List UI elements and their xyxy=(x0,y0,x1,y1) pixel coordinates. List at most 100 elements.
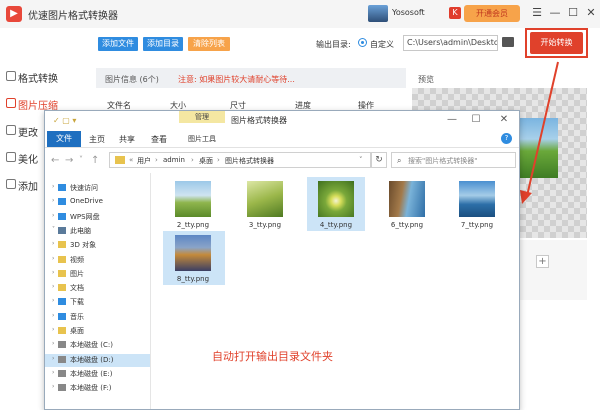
expand-chevron-icon[interactable]: › xyxy=(52,326,54,333)
breadcrumb-users[interactable]: 用户 xyxy=(137,156,151,166)
quick-access-toolbar[interactable]: ✓ ▢ ▾ xyxy=(53,116,76,125)
add-folder-button[interactable]: 添加目录 xyxy=(143,37,183,51)
expand-chevron-icon[interactable]: › xyxy=(52,383,54,390)
custom-radio[interactable] xyxy=(358,38,367,47)
nav-item-desktop[interactable]: 桌面 xyxy=(70,326,84,336)
file-name[interactable]: 4_tty.png xyxy=(311,221,361,229)
maximize-button[interactable]: ☐ xyxy=(566,5,580,21)
star-icon xyxy=(58,184,66,191)
file-name[interactable]: 2_tty.png xyxy=(168,221,218,229)
tab-view[interactable]: 查看 xyxy=(151,134,167,145)
expand-chevron-icon[interactable]: › xyxy=(52,269,54,276)
resize-icon xyxy=(6,125,16,135)
file-thumbnail[interactable] xyxy=(389,181,425,217)
tab-home[interactable]: 主页 xyxy=(89,134,105,145)
plus-button[interactable]: + xyxy=(536,255,549,268)
add-watermark-icon xyxy=(6,179,16,189)
overlay-message: 自动打开输出目录文件夹 xyxy=(212,350,333,363)
help-icon[interactable]: ? xyxy=(501,133,512,144)
sidebar-item-resize[interactable]: 更改 xyxy=(18,124,38,139)
file-name[interactable]: 7_tty.png xyxy=(452,221,502,229)
recent-dropdown-icon[interactable]: ˅ xyxy=(79,155,83,164)
output-path-input[interactable]: C:\Users\admin\Deskto xyxy=(403,35,498,51)
add-file-button[interactable]: 添加文件 xyxy=(98,37,138,51)
folder-icon[interactable] xyxy=(502,37,514,47)
clear-list-button[interactable]: 清除列表 xyxy=(188,37,230,51)
user-avatar[interactable] xyxy=(368,5,388,22)
nav-item-onedrive[interactable]: OneDrive xyxy=(70,197,103,205)
file-thumbnail[interactable] xyxy=(175,235,211,271)
start-convert-button[interactable]: 开始转换 xyxy=(530,32,583,54)
sidebar-item-format-convert[interactable]: 格式转换 xyxy=(18,70,58,85)
up-arrow-icon[interactable]: ↑ xyxy=(91,155,99,166)
tab-manage[interactable]: 管理 xyxy=(179,111,225,123)
expand-chevron-icon[interactable]: › xyxy=(52,183,54,190)
image-compress-icon xyxy=(6,98,16,108)
expand-chevron-icon[interactable]: › xyxy=(52,212,54,219)
app-window: ▶ 优速图片格式转换器 Yososoft K 开通会员 ☰ — ☐ ✕ 添加文件… xyxy=(0,0,600,410)
breadcrumb-desktop[interactable]: 桌面 xyxy=(199,156,213,166)
sidebar-item-watermark[interactable]: 添加 xyxy=(18,178,38,193)
expand-chevron-icon[interactable]: › xyxy=(52,283,54,290)
file-name[interactable]: 3_tty.png xyxy=(240,221,290,229)
tab-share[interactable]: 共享 xyxy=(119,134,135,145)
expand-chevron-icon[interactable]: › xyxy=(52,197,54,204)
output-dir-label: 输出目录: xyxy=(316,40,351,49)
file-thumbnail[interactable] xyxy=(247,181,283,217)
expand-chevron-icon[interactable]: ˅ xyxy=(52,226,55,233)
nav-item-this-pc[interactable]: 此电脑 xyxy=(70,226,91,236)
minimize-button[interactable]: — xyxy=(548,5,562,21)
address-dropdown-icon[interactable]: ˅ xyxy=(359,156,363,164)
file-thumbnail[interactable] xyxy=(459,181,495,217)
explorer-maximize-button[interactable]: ☐ xyxy=(469,113,483,127)
nav-item-drive-e[interactable]: 本地磁盘 (E:) xyxy=(70,369,112,379)
nav-item-videos[interactable]: 视频 xyxy=(70,255,84,265)
nav-item-3d-objects[interactable]: 3D 对象 xyxy=(70,240,96,250)
file-thumbnail[interactable] xyxy=(175,181,211,217)
search-placeholder: 搜索"图片格式转换器" xyxy=(408,157,478,165)
expand-chevron-icon[interactable]: › xyxy=(52,297,54,304)
tab-file[interactable]: 文件 xyxy=(47,131,81,147)
nav-item-music[interactable]: 音乐 xyxy=(70,312,84,322)
close-button[interactable]: ✕ xyxy=(584,5,598,21)
explorer-close-button[interactable]: ✕ xyxy=(497,113,511,127)
drive-icon xyxy=(58,384,66,392)
file-name[interactable]: 6_tty.png xyxy=(382,221,432,229)
expand-chevron-icon[interactable]: › xyxy=(52,240,54,247)
preview-label: 预览 xyxy=(418,75,434,84)
nav-item-drive-f[interactable]: 本地磁盘 (F:) xyxy=(70,383,112,393)
expand-chevron-icon[interactable]: › xyxy=(52,255,54,262)
user-name[interactable]: Yososoft xyxy=(392,8,425,17)
file-thumbnail[interactable] xyxy=(318,181,354,217)
breadcrumb-separator: › xyxy=(155,156,158,164)
menu-icon[interactable]: ☰ xyxy=(530,5,544,21)
nav-item-quick-access[interactable]: 快速访问 xyxy=(70,183,98,193)
breadcrumb-separator: › xyxy=(217,156,220,164)
nav-item-pictures[interactable]: 图片 xyxy=(70,269,84,279)
forward-arrow-icon[interactable]: → xyxy=(65,155,73,166)
folder-icon xyxy=(115,156,125,164)
vip-button[interactable]: 开通会员 xyxy=(464,5,520,22)
nav-item-drive-c[interactable]: 本地磁盘 (C:) xyxy=(70,340,113,350)
beautify-icon xyxy=(6,152,16,162)
expand-chevron-icon[interactable]: › xyxy=(52,355,54,362)
refresh-button[interactable]: ↻ xyxy=(371,152,387,168)
nav-item-documents[interactable]: 文档 xyxy=(70,283,84,293)
expand-chevron-icon[interactable]: › xyxy=(52,369,54,376)
back-arrow-icon[interactable]: ← xyxy=(51,155,59,166)
breadcrumb-overflow[interactable]: « xyxy=(129,156,133,164)
nav-item-drive-d[interactable]: 本地磁盘 (D:) xyxy=(70,355,113,365)
expand-chevron-icon[interactable]: › xyxy=(52,340,54,347)
ribbon xyxy=(45,131,519,148)
explorer-minimize-button[interactable]: — xyxy=(445,113,459,127)
folder-icon xyxy=(58,269,66,277)
nav-item-downloads[interactable]: 下载 xyxy=(70,297,84,307)
expand-chevron-icon[interactable]: › xyxy=(52,312,54,319)
breadcrumb-admin[interactable]: admin xyxy=(163,156,185,164)
file-name[interactable]: 8_tty.png xyxy=(168,275,218,283)
tab-picture-tools[interactable]: 图片工具 xyxy=(179,134,225,144)
nav-item-wps-cloud[interactable]: WPS网盘 xyxy=(70,212,100,222)
sidebar-item-beautify[interactable]: 美化 xyxy=(18,151,38,166)
breadcrumb-current-folder[interactable]: 图片格式转换器 xyxy=(225,156,274,166)
drive-icon xyxy=(58,341,66,349)
